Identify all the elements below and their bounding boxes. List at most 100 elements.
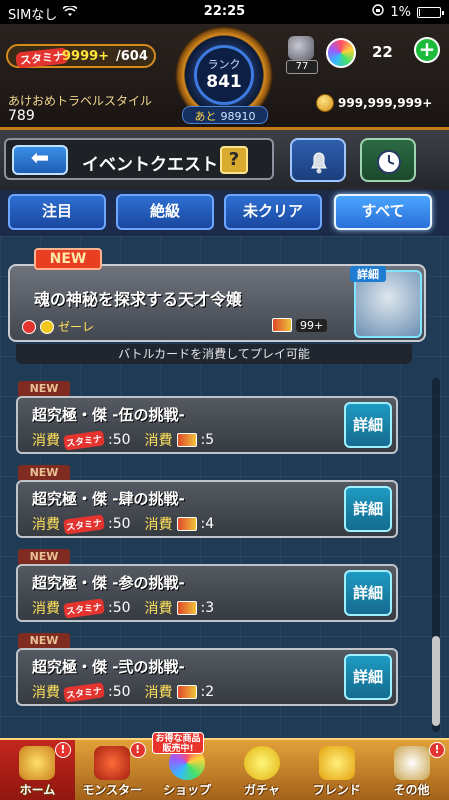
stamina-icon: スタミナ — [63, 597, 105, 619]
gacha-icon — [243, 746, 280, 780]
title-panel: ⬅ イベントクエスト ? — [4, 138, 274, 180]
battle-card-icon — [176, 685, 197, 699]
nav-other[interactable]: ! その他 — [374, 740, 449, 800]
cost-label: 消費 — [32, 433, 60, 449]
featured-quest-attribute: ゼーレ — [22, 318, 94, 335]
stamina-icon: スタミナ — [63, 513, 105, 535]
battle-card-icon — [176, 601, 197, 615]
bell-item[interactable]: 77 — [286, 36, 318, 74]
orb-count: 22 — [372, 43, 393, 61]
quest-cost: 消費 スタミナ :50 消費 :4 — [32, 513, 214, 535]
nav-monster[interactable]: ! モンスター — [75, 740, 150, 800]
tab-all[interactable]: すべて — [334, 194, 432, 230]
stamina-icon: スタミナ — [63, 429, 105, 451]
next-rank-exp: あと 98910 — [182, 106, 268, 124]
player-name: あけおめトラベルスタイル — [8, 94, 153, 108]
stamina-cost: :50 — [108, 684, 131, 700]
orb-icon — [326, 38, 356, 68]
card-cost: :5 — [200, 432, 215, 448]
page-title: イベントクエスト — [82, 155, 218, 175]
stamina-max: /604 — [116, 49, 148, 64]
tab-featured[interactable]: 注目 — [8, 194, 106, 230]
other-icon — [393, 746, 430, 780]
player-id: 789 — [8, 108, 35, 124]
coin-icon — [316, 94, 334, 112]
quest-row[interactable]: 超究極・傑 -参の挑戦- 消費 スタミナ :50 消費 :3 詳細 — [16, 564, 398, 622]
nav-friend[interactable]: フレンド — [299, 740, 374, 800]
gimmick-icon — [40, 319, 54, 334]
next-rank-label: あと — [194, 110, 217, 123]
cost-label: 消費 — [32, 601, 60, 617]
quest-row[interactable]: 超究極・傑 -伍の挑戦- 消費 スタミナ :50 消費 :5 詳細 — [16, 396, 398, 454]
home-icon — [19, 746, 56, 780]
stamina-cost: :50 — [108, 516, 131, 532]
tab-extreme[interactable]: 絶級 — [116, 194, 214, 230]
quest-row[interactable]: 超究極・傑 -弐の挑戦- 消費 スタミナ :50 消費 :2 詳細 — [16, 648, 398, 706]
cost-label: 消費 — [32, 685, 60, 701]
clock-icon — [377, 150, 401, 174]
alert-badge: ! — [54, 742, 71, 758]
featured-quest-name: 魂の神秘を探求する天才令嬢 — [34, 290, 243, 309]
alert-badge: ! — [129, 742, 146, 758]
featured-quest[interactable]: 魂の神秘を探求する天才令嬢 ゼーレ 99+ 詳細 — [8, 264, 426, 342]
detail-button[interactable]: 詳細 — [344, 402, 392, 448]
cost-label: 消費 — [32, 517, 60, 533]
title-bar: ⬅ イベントクエスト ? — [0, 130, 449, 190]
battle-card-icon — [176, 517, 197, 531]
featured-note: バトルカードを消費してプレイ可能 — [16, 344, 412, 364]
bell-timer-button[interactable] — [290, 138, 346, 182]
alert-badge: ! — [428, 742, 445, 758]
bell-count: 77 — [286, 60, 318, 74]
nav-label: ガチャ — [243, 783, 280, 797]
nav-home[interactable]: ! ホーム — [0, 740, 75, 800]
bell-icon — [311, 152, 327, 174]
monster-icon — [94, 746, 131, 780]
stamina-cost: :50 — [108, 432, 131, 448]
shop-promo-badge: お得な商品販売中! — [152, 732, 204, 754]
tab-uncleared[interactable]: 未クリア — [224, 194, 322, 230]
nav-label: ショップ — [163, 783, 212, 797]
new-badge: NEW — [18, 633, 70, 649]
quest-row[interactable]: 超究極・傑 -肆の挑戦- 消費 スタミナ :50 消費 :4 詳細 — [16, 480, 398, 538]
nav-gacha[interactable]: ガチャ — [224, 740, 299, 800]
stamina-gauge[interactable]: スタミナ 9999+ /604 — [6, 44, 156, 69]
new-badge: NEW — [18, 381, 70, 397]
attribute-label: ゼーレ — [58, 320, 95, 334]
card-cost-label: 消費 — [144, 517, 173, 533]
player-header: スタミナ 9999+ /604 あけおめトラベルスタイル 789 ランク 841… — [0, 24, 449, 130]
element-icon — [22, 319, 36, 334]
detail-button[interactable]: 詳細 — [344, 570, 392, 616]
battle-card-icon — [272, 318, 292, 332]
battle-card-num: 99+ — [296, 318, 328, 332]
card-cost-label: 消費 — [144, 601, 173, 617]
quest-list[interactable]: 魂の神秘を探求する天才令嬢 ゼーレ 99+ 詳細 NEW バトルカードを消費して… — [0, 236, 449, 738]
card-cost-label: 消費 — [144, 433, 173, 449]
nav-label: モンスター — [82, 783, 143, 797]
detail-button[interactable]: 詳細 — [344, 654, 392, 700]
next-rank-value: 98910 — [220, 110, 256, 123]
battle-card-icon — [176, 433, 197, 447]
card-cost-label: 消費 — [144, 685, 173, 701]
battle-card-count: 99+ — [272, 318, 328, 332]
nav-label: その他 — [393, 783, 430, 797]
rank-value: 841 — [206, 72, 242, 92]
quest-name: 超究極・傑 -伍の挑戦- — [32, 406, 185, 424]
bottom-nav: ! ホーム ! モンスター ショップ ガチャ フレンド ! その他 お得な商品販… — [0, 732, 449, 800]
new-badge: NEW — [18, 549, 70, 565]
help-button[interactable]: ? — [220, 146, 248, 174]
friend-icon — [318, 746, 355, 780]
detail-button[interactable]: 詳細 — [344, 486, 392, 532]
stamina-tag: スタミナ — [15, 47, 69, 69]
clock-button[interactable] — [360, 138, 416, 182]
new-badge: NEW — [34, 248, 102, 270]
stamina-value: 9999+ — [62, 49, 110, 64]
add-orb-button[interactable]: + — [414, 37, 440, 63]
back-button[interactable]: ⬅ — [12, 145, 68, 175]
status-bar: SIMなし 22:25 1% — [0, 0, 449, 24]
arrow-left-icon: ⬅ — [30, 146, 50, 171]
stamina-icon: スタミナ — [63, 681, 105, 703]
scrollbar-thumb[interactable] — [432, 636, 440, 726]
quest-cost: 消費 スタミナ :50 消費 :5 — [32, 429, 215, 451]
new-badge: NEW — [18, 465, 70, 481]
featured-detail-tag[interactable]: 詳細 — [350, 266, 386, 282]
